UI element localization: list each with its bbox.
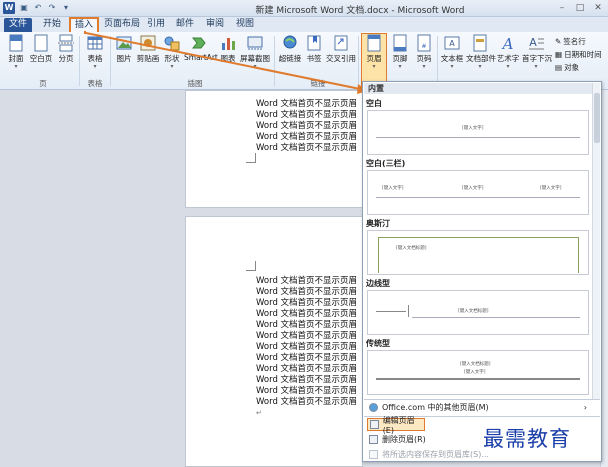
template-line [412, 317, 580, 318]
gallery-scroll-thumb[interactable] [594, 93, 600, 143]
office-online-icon [369, 403, 378, 412]
menu-divider [364, 399, 600, 400]
gallery-scrollbar[interactable] [592, 83, 600, 399]
edit-header-icon [370, 420, 379, 429]
gallery-section-traditional: 传统型 [366, 339, 390, 348]
header-template-traditional[interactable]: [键入文档标题] [键入文字] [367, 350, 589, 395]
template-line [378, 237, 379, 273]
gallery-section-blank: 空白 [366, 99, 382, 108]
placeholder-text: [键入文字] [462, 186, 484, 191]
placeholder-text: [键入文字] [464, 370, 486, 375]
placeholder-text: [键入文字] [462, 126, 484, 131]
header-template-austin[interactable]: [键入文档标题] [367, 230, 589, 275]
template-line [376, 137, 580, 138]
template-line [376, 311, 406, 312]
gallery-section-blank-three: 空白(三栏) [366, 159, 406, 168]
edit-header-menu-item[interactable]: 编辑页眉(E) [367, 416, 425, 435]
more-headers-menu-item[interactable]: Office.com 中的其他页眉(M) › [367, 401, 597, 414]
gallery-section-austin: 奥斯汀 [366, 219, 390, 228]
header-template-blank-three[interactable]: [键入文字] [键入文字] [键入文字] [367, 170, 589, 215]
gallery-header: 内置 [364, 83, 594, 94]
placeholder-text: [键入文字] [540, 186, 562, 191]
remove-header-icon [369, 435, 378, 444]
gallery-section-sideline: 边线型 [366, 279, 390, 288]
save-selection-icon [369, 450, 378, 459]
template-line [378, 237, 578, 238]
placeholder-text: [键入文档标题] [460, 362, 491, 367]
template-line [578, 237, 579, 273]
header-template-sideline[interactable]: [键入文档标题] [367, 290, 589, 335]
placeholder-text: [键入文档标题] [458, 309, 489, 314]
placeholder-text: [键入文档标题] [396, 246, 427, 251]
placeholder-text: [键入文字] [382, 186, 404, 191]
header-template-blank[interactable]: [键入文字] [367, 110, 589, 155]
watermark-text: 最需教育 [483, 427, 571, 451]
template-line [408, 305, 409, 317]
template-line [376, 378, 580, 380]
template-line [376, 197, 580, 198]
header-gallery-dropdown: 内置 空白 [键入文字] 空白(三栏) [键入文字] [键入文字] [键入文字]… [362, 81, 602, 462]
